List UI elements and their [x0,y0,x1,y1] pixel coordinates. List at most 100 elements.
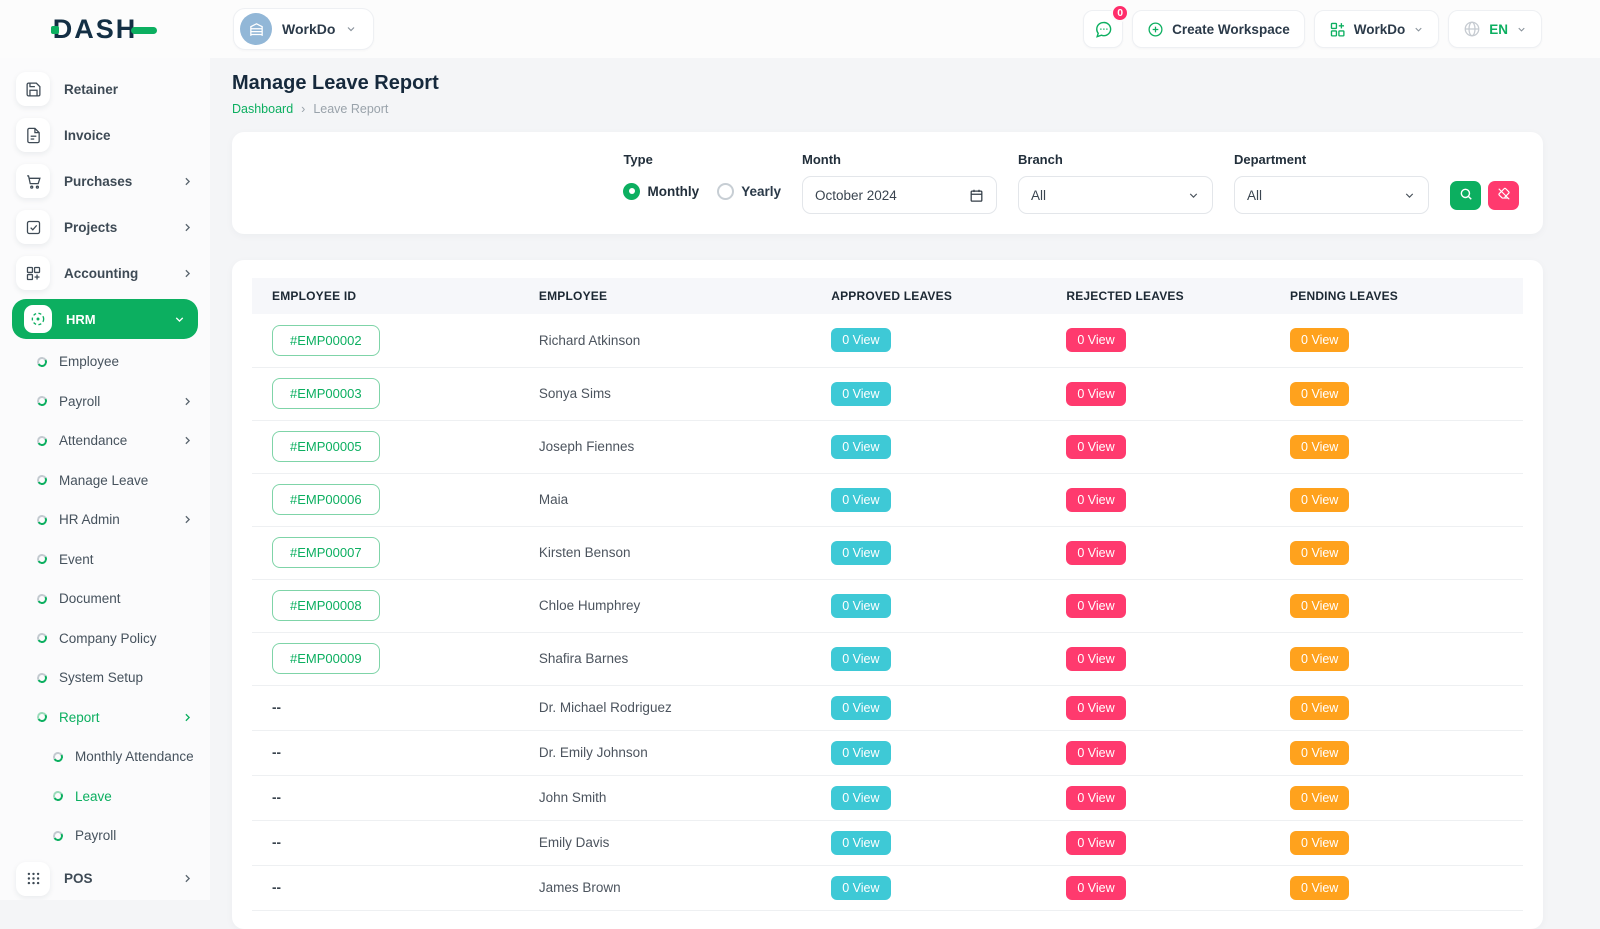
sidebar-item-employee[interactable]: Employee [0,342,210,382]
chevron-right-icon [181,395,194,408]
pending-view-badge[interactable]: 0 View [1290,876,1349,900]
sidebar-item-monthly-attendance[interactable]: Monthly Attendance [0,737,210,777]
sidebar-item-label: Monthly Attendance [75,749,194,764]
sidebar-item-hr-admin[interactable]: HR Admin [0,500,210,540]
rejected-view-badge[interactable]: 0 View [1066,541,1125,565]
sidebar-item-label: Report [59,710,100,725]
approved-view-badge[interactable]: 0 View [831,435,890,459]
search-button[interactable] [1450,181,1481,210]
pending-view-badge[interactable]: 0 View [1290,647,1349,671]
employee-name: Sonya Sims [539,386,611,401]
pending-view-badge[interactable]: 0 View [1290,435,1349,459]
sidebar-item-company-policy[interactable]: Company Policy [0,619,210,659]
chevron-right-icon [181,711,194,724]
workspace-selector[interactable]: WorkDo [233,8,374,50]
sidebar-item-retainer[interactable]: Retainer [0,66,210,112]
pending-view-badge[interactable]: 0 View [1290,594,1349,618]
sidebar-item-purchases[interactable]: Purchases [0,158,210,204]
employee-id-badge[interactable]: #EMP00002 [272,325,380,356]
sidebar-item-event[interactable]: Event [0,540,210,580]
sidebar-item-leave[interactable]: Leave [0,777,210,817]
app-logo: DASH [0,16,210,43]
sidebar-item-system-setup[interactable]: System Setup [0,658,210,698]
rejected-view-badge[interactable]: 0 View [1066,876,1125,900]
bullet-ring-icon [36,553,48,565]
approved-view-badge[interactable]: 0 View [831,382,890,406]
table-row: --Dr. Emily Johnson0 View0 View0 View [252,730,1523,775]
approved-view-badge[interactable]: 0 View [831,831,890,855]
report-table-body: #EMP00002Richard Atkinson0 View0 View0 V… [252,314,1523,910]
approved-view-badge[interactable]: 0 View [831,696,890,720]
rejected-view-badge[interactable]: 0 View [1066,786,1125,810]
sidebar-item-projects[interactable]: Projects [0,204,210,250]
approved-view-badge[interactable]: 0 View [831,876,890,900]
radio-yearly[interactable]: Yearly [717,183,781,200]
rejected-view-badge[interactable]: 0 View [1066,831,1125,855]
rejected-view-badge[interactable]: 0 View [1066,647,1125,671]
rejected-view-badge[interactable]: 0 View [1066,696,1125,720]
sidebar-item-payroll[interactable]: Payroll [0,382,210,422]
radio-monthly[interactable]: Monthly [623,183,699,200]
rejected-view-badge[interactable]: 0 View [1066,488,1125,512]
employee-id-badge[interactable]: #EMP00005 [272,431,380,462]
breadcrumb-dashboard-link[interactable]: Dashboard [232,102,293,116]
employee-id-empty: -- [272,880,281,895]
approved-view-badge[interactable]: 0 View [831,741,890,765]
bullet-ring-icon [36,435,48,447]
approved-view-badge[interactable]: 0 View [831,541,890,565]
grid-plus-icon [1329,21,1346,38]
approved-view-badge[interactable]: 0 View [831,786,890,810]
sidebar-item-pos[interactable]: POS [0,856,210,901]
language-selector[interactable]: EN [1448,10,1542,48]
employee-id-badge[interactable]: #EMP00007 [272,537,380,568]
employee-id-badge[interactable]: #EMP00003 [272,378,380,409]
pending-view-badge[interactable]: 0 View [1290,741,1349,765]
rejected-view-badge[interactable]: 0 View [1066,328,1125,352]
employee-name: Emily Davis [539,835,610,850]
employee-name: Maia [539,492,568,507]
pending-view-badge[interactable]: 0 View [1290,831,1349,855]
approved-view-badge[interactable]: 0 View [831,488,890,512]
sidebar-item-report[interactable]: Report [0,698,210,738]
chevron-right-icon [181,267,194,280]
bullet-ring-icon [36,395,48,407]
create-workspace-button[interactable]: Create Workspace [1132,10,1305,48]
sidebar-item-invoice[interactable]: Invoice [0,112,210,158]
approved-view-badge[interactable]: 0 View [831,594,890,618]
employee-name: John Smith [539,790,607,805]
bullet-ring-icon [36,593,48,605]
approved-view-badge[interactable]: 0 View [831,328,890,352]
sidebar-item-payroll[interactable]: Payroll [0,816,210,856]
workspace-name: WorkDo [282,21,335,37]
branch-select[interactable]: All [1018,176,1213,214]
reset-filter-button[interactable] [1488,181,1519,210]
approved-view-badge[interactable]: 0 View [831,647,890,671]
sidebar-item-label: Invoice [64,128,111,143]
messages-button[interactable]: 0 [1083,10,1123,48]
employee-id-badge[interactable]: #EMP00006 [272,484,380,515]
page-title: Manage Leave Report [232,72,1543,95]
sidebar: Retainer Invoice PurchasesProjectsAccounti… [0,58,210,900]
pending-view-badge[interactable]: 0 View [1290,328,1349,352]
sidebar-item-manage-leave[interactable]: Manage Leave [0,461,210,501]
rejected-view-badge[interactable]: 0 View [1066,435,1125,459]
sidebar-item-hrm[interactable]: HRM [12,299,198,339]
employee-id-badge[interactable]: #EMP00009 [272,643,380,674]
employee-id-badge[interactable]: #EMP00008 [272,590,380,621]
bullet-ring-icon [36,711,48,723]
sidebar-item-document[interactable]: Document [0,579,210,619]
pending-view-badge[interactable]: 0 View [1290,488,1349,512]
rejected-view-badge[interactable]: 0 View [1066,382,1125,406]
table-row: #EMP00006 Maia 0 View 0 View 0 View [252,473,1523,526]
rejected-view-badge[interactable]: 0 View [1066,741,1125,765]
pending-view-badge[interactable]: 0 View [1290,696,1349,720]
sidebar-item-accounting[interactable]: Accounting [0,250,210,296]
pending-view-badge[interactable]: 0 View [1290,786,1349,810]
app-switcher-button[interactable]: WorkDo [1314,10,1440,48]
month-input[interactable]: October 2024 [802,176,997,214]
pending-view-badge[interactable]: 0 View [1290,541,1349,565]
rejected-view-badge[interactable]: 0 View [1066,594,1125,618]
department-select[interactable]: All [1234,176,1429,214]
pending-view-badge[interactable]: 0 View [1290,382,1349,406]
sidebar-item-attendance[interactable]: Attendance [0,421,210,461]
